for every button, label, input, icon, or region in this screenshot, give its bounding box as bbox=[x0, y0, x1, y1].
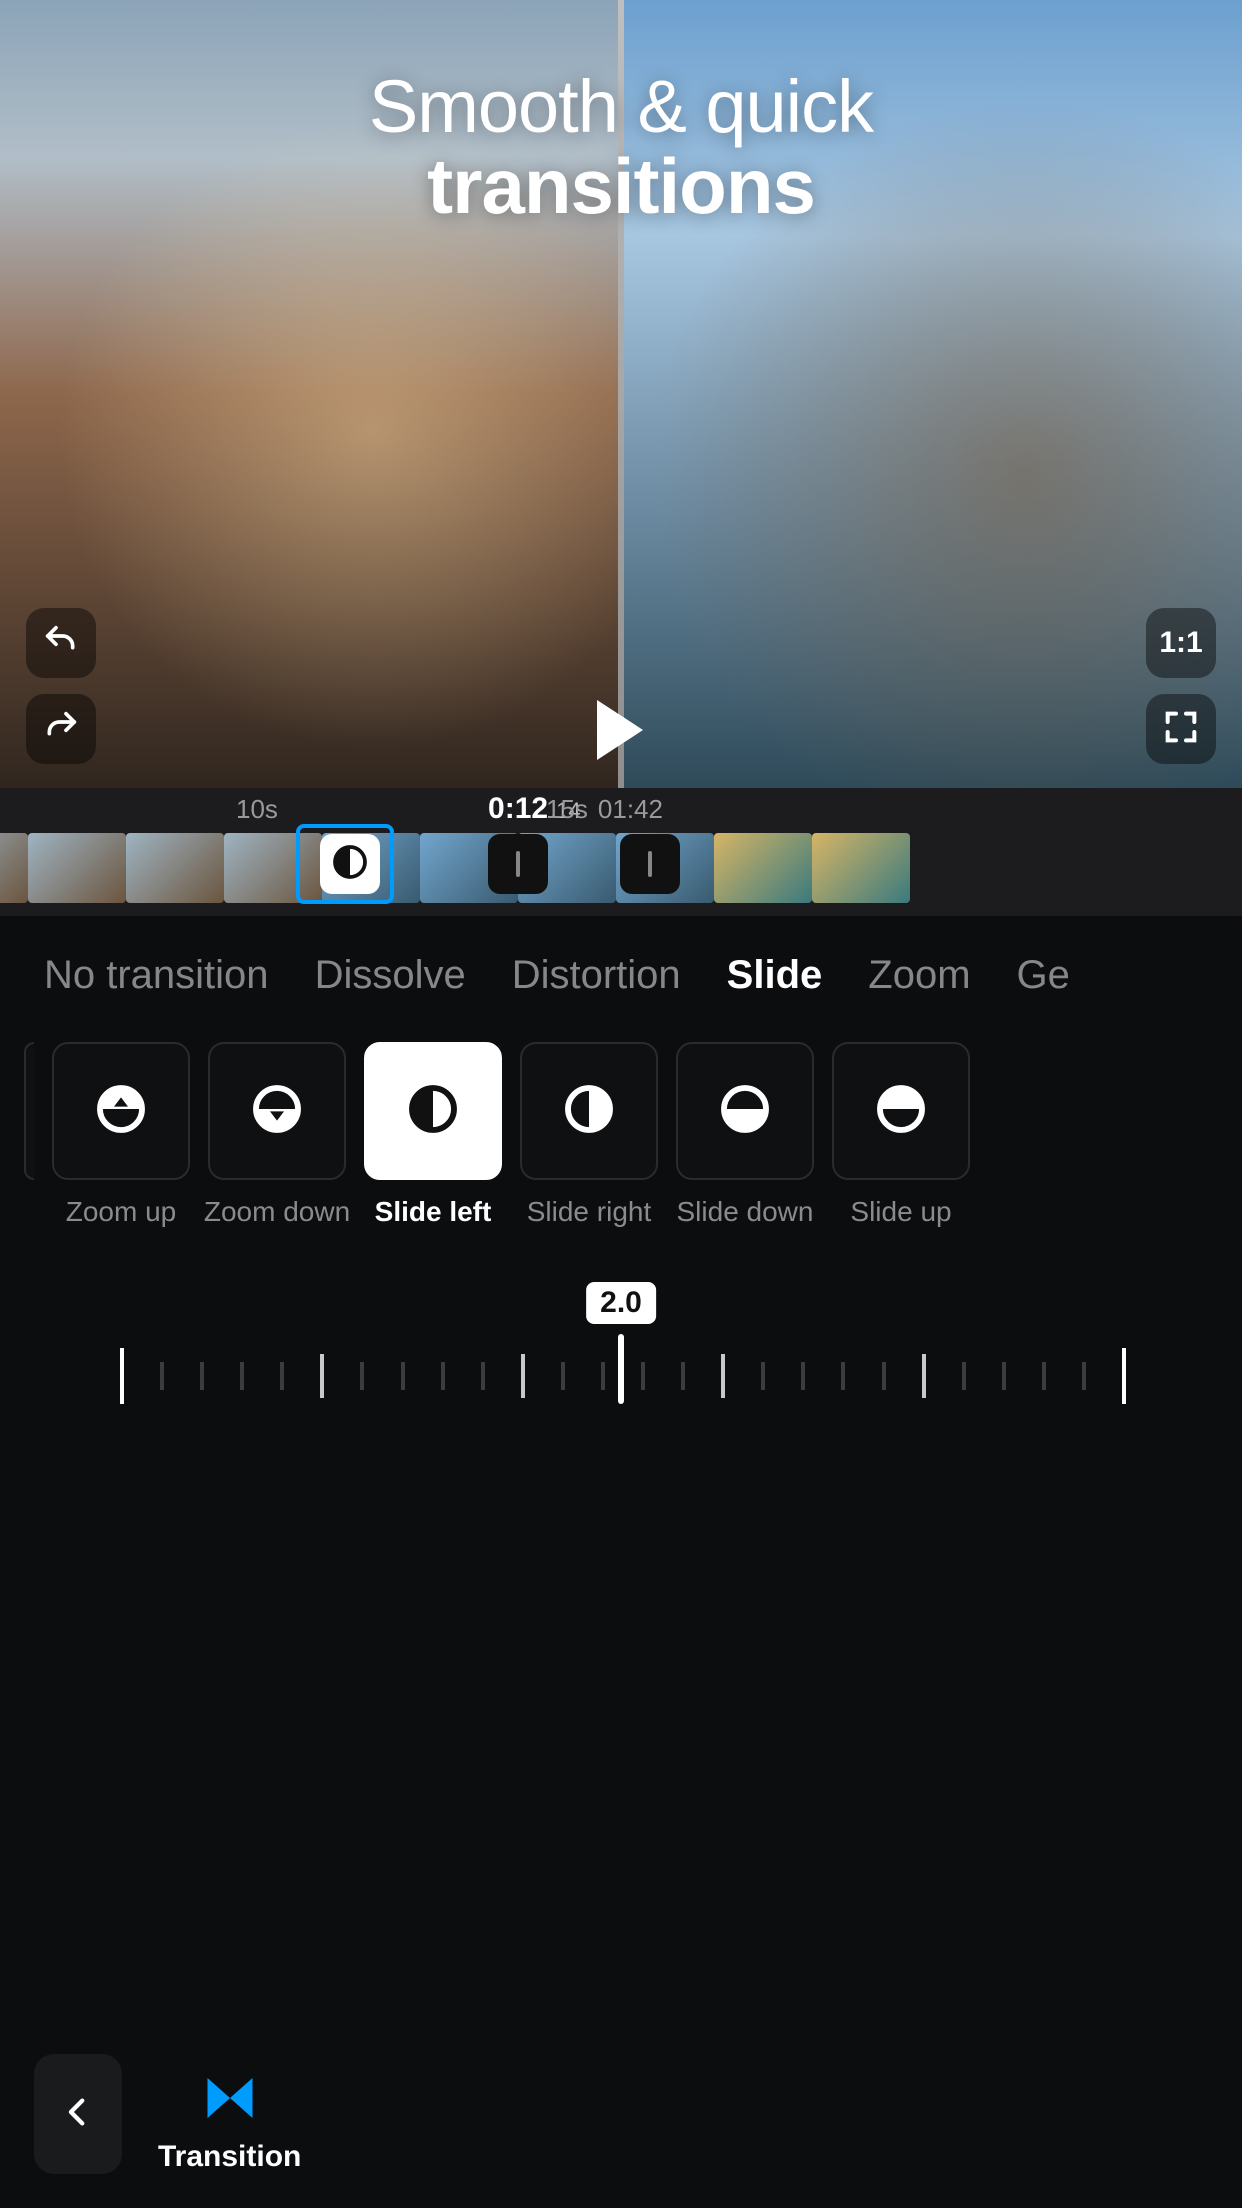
slider-track[interactable] bbox=[120, 1352, 1122, 1402]
tile-label: Zoom up bbox=[66, 1196, 177, 1228]
timeline-clip[interactable] bbox=[28, 833, 126, 903]
transition-icon bbox=[200, 2068, 260, 2128]
back-button[interactable] bbox=[34, 2054, 122, 2174]
transition-divider bbox=[618, 0, 624, 788]
timeline-clip[interactable] bbox=[812, 833, 910, 903]
timeline-clip[interactable] bbox=[0, 833, 28, 903]
tile-label: Slide up bbox=[850, 1196, 951, 1228]
transition-tile-clipped[interactable] bbox=[24, 1042, 34, 1228]
tab-distortion[interactable]: Distortion bbox=[512, 953, 681, 998]
chevron-left-icon bbox=[61, 2087, 95, 2142]
tool-label: Transition bbox=[158, 2140, 301, 2174]
zoom-up-icon bbox=[93, 1081, 149, 1142]
preview-clip-left bbox=[0, 0, 621, 788]
transition-tile-row[interactable]: Zoom up Zoom down Slide left Slide right bbox=[0, 1016, 1242, 1228]
bottom-toolbar: Transition bbox=[0, 1998, 1242, 2174]
undo-button[interactable] bbox=[26, 608, 96, 678]
tab-slide[interactable]: Slide bbox=[727, 953, 823, 998]
transition-category-tabs[interactable]: No transition Dissolve Distortion Slide … bbox=[0, 916, 1242, 1016]
timeline-clip[interactable] bbox=[224, 833, 322, 903]
tab-dissolve[interactable]: Dissolve bbox=[315, 953, 466, 998]
time-ruler: 10s 0:12.14 01:42 15s bbox=[0, 788, 1242, 828]
transition-marker-selected[interactable] bbox=[320, 834, 380, 894]
total-duration: 01:42 bbox=[598, 794, 663, 824]
timeline-clip[interactable] bbox=[714, 833, 812, 903]
transition-marker[interactable] bbox=[620, 834, 680, 894]
slide-down-icon bbox=[717, 1081, 773, 1142]
transition-tile-slide-up[interactable]: Slide up bbox=[832, 1042, 970, 1228]
tile-label: Slide left bbox=[375, 1196, 492, 1228]
transition-tile-zoom-up[interactable]: Zoom up bbox=[52, 1042, 190, 1228]
slide-right-icon bbox=[561, 1081, 617, 1142]
slide-left-icon bbox=[332, 844, 368, 885]
slider-value: 2.0 bbox=[586, 1282, 656, 1324]
redo-icon bbox=[41, 707, 81, 752]
transition-tile-slide-left[interactable]: Slide left bbox=[364, 1042, 502, 1228]
timeline-clip[interactable] bbox=[126, 833, 224, 903]
aspect-ratio-label: 1:1 bbox=[1159, 626, 1202, 660]
transition-tile-slide-right[interactable]: Slide right bbox=[520, 1042, 658, 1228]
time-mark: 15s bbox=[546, 794, 588, 825]
fullscreen-icon bbox=[1161, 707, 1201, 752]
fullscreen-button[interactable] bbox=[1146, 694, 1216, 764]
play-button[interactable] bbox=[597, 700, 643, 760]
slider-handle[interactable] bbox=[618, 1334, 624, 1404]
transition-tile-zoom-down[interactable]: Zoom down bbox=[208, 1042, 346, 1228]
aspect-ratio-button[interactable]: 1:1 bbox=[1146, 608, 1216, 678]
tab-more[interactable]: Ge bbox=[1017, 953, 1070, 998]
zoom-down-icon bbox=[249, 1081, 305, 1142]
undo-icon bbox=[41, 621, 81, 666]
tab-zoom[interactable]: Zoom bbox=[868, 953, 970, 998]
redo-button[interactable] bbox=[26, 694, 96, 764]
transition-tile-slide-down[interactable]: Slide down bbox=[676, 1042, 814, 1228]
duration-slider[interactable]: 2.0 bbox=[0, 1282, 1242, 1432]
tile-label: Slide right bbox=[527, 1196, 652, 1228]
tab-no-transition[interactable]: No transition bbox=[44, 953, 269, 998]
video-preview: Smooth & quick transitions 1:1 bbox=[0, 0, 1242, 788]
slide-left-icon bbox=[405, 1081, 461, 1142]
tool-transition[interactable]: Transition bbox=[158, 2068, 301, 2174]
transition-marker[interactable] bbox=[488, 834, 548, 894]
slide-up-icon bbox=[873, 1081, 929, 1142]
tile-label: Zoom down bbox=[204, 1196, 350, 1228]
tile-label: Slide down bbox=[677, 1196, 814, 1228]
current-time: 0:12 bbox=[488, 792, 548, 825]
timeline[interactable]: 10s 0:12.14 01:42 15s bbox=[0, 788, 1242, 916]
time-mark: 10s bbox=[236, 794, 278, 825]
clip-row[interactable] bbox=[0, 828, 1242, 916]
